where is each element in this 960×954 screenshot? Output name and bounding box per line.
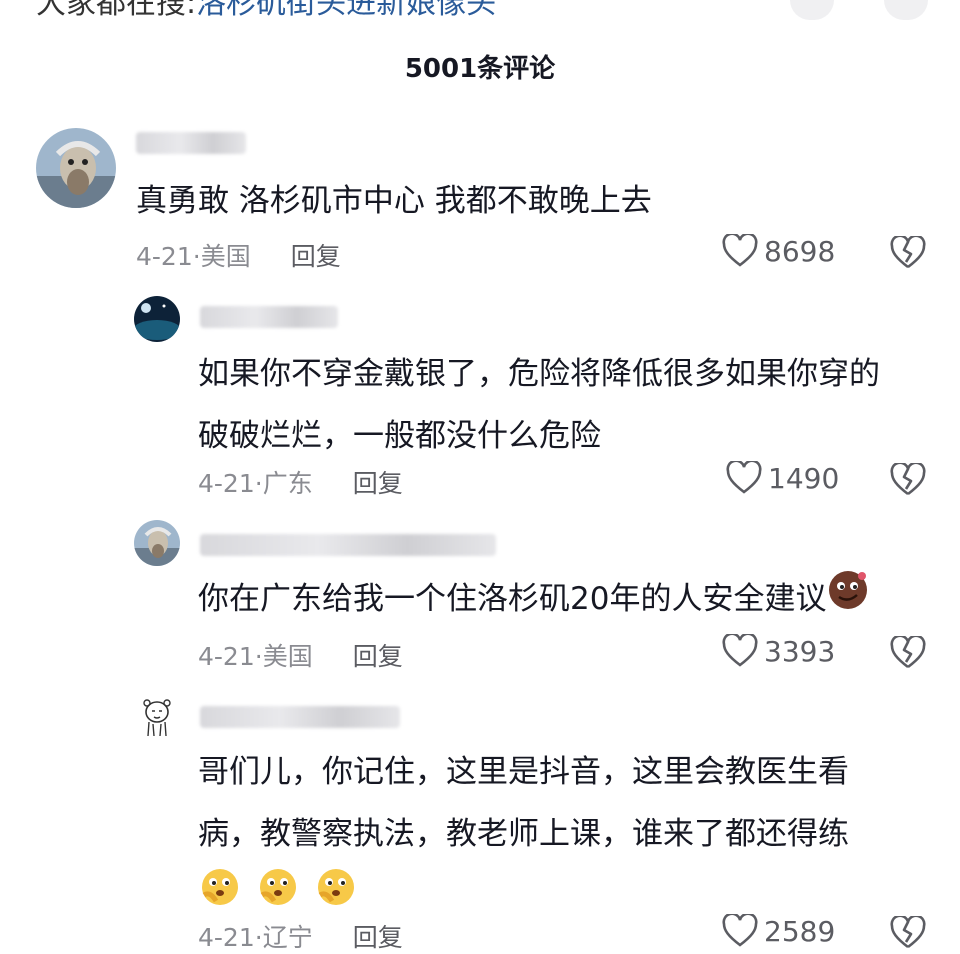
comment-location: 美国 bbox=[200, 242, 251, 271]
reply-button[interactable]: 回复 bbox=[353, 642, 403, 671]
like-count: 8698 bbox=[764, 234, 836, 268]
share-icon[interactable] bbox=[790, 0, 834, 20]
avatar[interactable] bbox=[134, 520, 180, 566]
comment-meta: 4-21·辽宁 回复 bbox=[198, 923, 403, 952]
search-prefix: 大家都在搜: bbox=[36, 0, 197, 21]
comment-text: 如果你不穿金戴银了，危险将降低很多如果你穿的 破破烂烂，一般都没什么危险 bbox=[198, 356, 880, 454]
comment-date: 4-21 bbox=[136, 242, 193, 271]
avatar[interactable] bbox=[134, 296, 180, 342]
dislike-button[interactable] bbox=[890, 634, 926, 674]
search-link[interactable]: 洛杉矶街头进新娘像头 bbox=[196, 0, 496, 21]
top-bar: 大家都在搜:洛杉矶街头进新娘像头 bbox=[0, 0, 960, 22]
smirk-emoji bbox=[826, 568, 870, 633]
comment-text: 真勇敢 洛杉矶市中心 我都不敢晚上去 bbox=[136, 183, 652, 219]
broken-heart-icon bbox=[890, 461, 926, 496]
broken-heart-icon bbox=[890, 234, 926, 269]
username-blurred[interactable] bbox=[136, 132, 246, 154]
comment-meta: 4-21·美国 回复 bbox=[198, 642, 403, 671]
like-button[interactable]: 8698 bbox=[722, 234, 835, 268]
heart-outline-icon bbox=[722, 914, 758, 947]
dislike-button[interactable] bbox=[890, 914, 926, 954]
like-count: 1490 bbox=[768, 461, 840, 495]
heart-outline-icon bbox=[726, 461, 762, 494]
avatar[interactable] bbox=[134, 694, 180, 740]
reply-button[interactable]: 回复 bbox=[353, 923, 403, 952]
like-count: 2589 bbox=[764, 914, 836, 948]
comment-date: 4-21 bbox=[198, 923, 255, 952]
like-button[interactable]: 2589 bbox=[722, 914, 835, 948]
broken-heart-icon bbox=[890, 914, 926, 949]
username-blurred[interactable] bbox=[200, 706, 400, 728]
comment-date: 4-21 bbox=[198, 469, 255, 498]
close-icon[interactable] bbox=[884, 0, 928, 20]
heart-outline-icon bbox=[722, 634, 758, 667]
dislike-button[interactable] bbox=[890, 461, 926, 501]
like-button[interactable]: 1490 bbox=[726, 461, 839, 495]
comment-meta: 4-21·广东 回复 bbox=[198, 469, 403, 498]
comment-location: 美国 bbox=[262, 642, 313, 671]
comment-text: 哥们儿，你记住，这里是抖音，这里会教医生看 病，教警察执法，教老师上课，谁来了都… bbox=[198, 741, 849, 930]
like-button[interactable]: 3393 bbox=[722, 634, 835, 668]
comment-location: 广东 bbox=[262, 469, 313, 498]
avatar[interactable] bbox=[36, 128, 116, 208]
reply-button[interactable]: 回复 bbox=[353, 469, 403, 498]
reply-button[interactable]: 回复 bbox=[291, 242, 341, 271]
comment-date: 4-21 bbox=[198, 642, 255, 671]
comment-location: 辽宁 bbox=[262, 923, 313, 952]
username-blurred[interactable] bbox=[200, 306, 338, 328]
broken-heart-icon bbox=[890, 634, 926, 669]
heart-outline-icon bbox=[722, 234, 758, 267]
username-blurred[interactable] bbox=[200, 534, 496, 556]
search-suggestion[interactable]: 大家都在搜:洛杉矶街头进新娘像头 bbox=[36, 0, 496, 22]
comments-count-title: 5001条评论 bbox=[404, 54, 556, 84]
dislike-button[interactable] bbox=[890, 234, 926, 274]
comment-text: 你在广东给我一个住洛杉矶20年的人安全建议 bbox=[198, 568, 870, 633]
like-count: 3393 bbox=[764, 634, 836, 668]
comment-meta: 4-21·美国 回复 bbox=[136, 242, 341, 271]
